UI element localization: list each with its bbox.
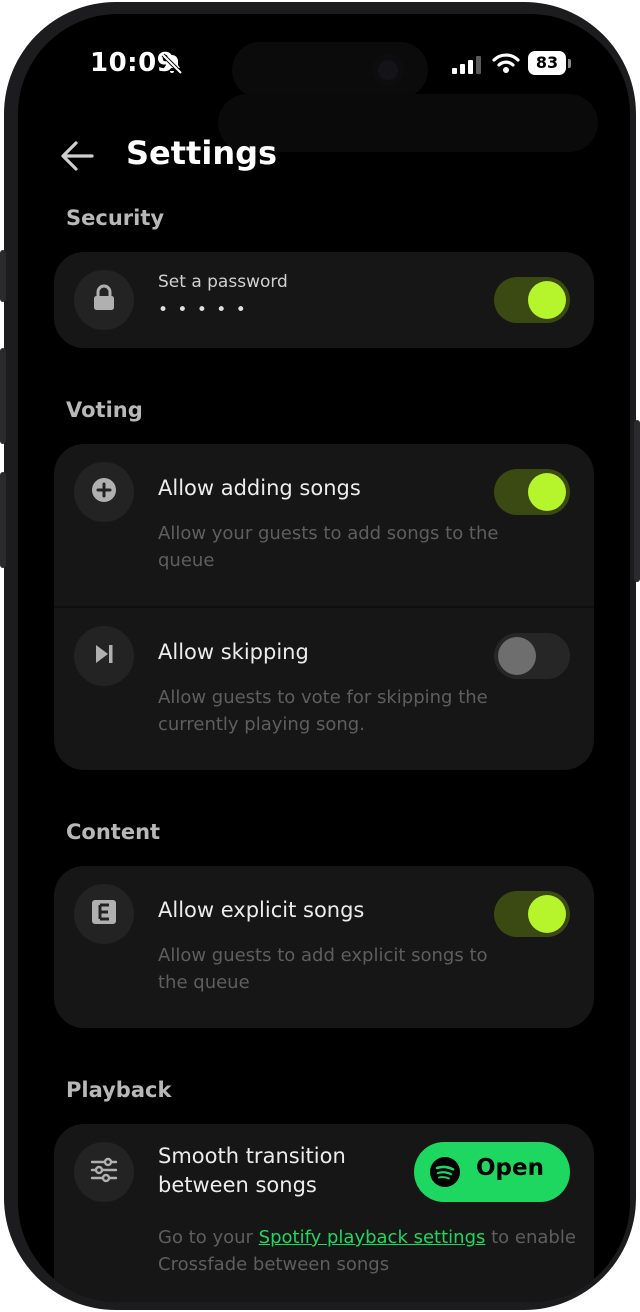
playback-card: Smooth transition between songs Open Go … (54, 1124, 594, 1302)
skip-next-icon (93, 643, 115, 669)
section-title-playback: Playback (66, 1078, 172, 1102)
sliders-icon (90, 1157, 118, 1187)
playback-desc-prefix: Go to your (158, 1227, 259, 1248)
plus-circle-icon-circle (74, 462, 134, 522)
lock-icon (91, 284, 117, 316)
allow-skipping-toggle[interactable] (494, 633, 570, 679)
header: Settings (18, 126, 630, 186)
toggle-knob (498, 637, 536, 675)
explicit-icon (91, 899, 117, 929)
open-spotify-button[interactable]: Open (414, 1142, 570, 1202)
password-toggle[interactable] (494, 277, 570, 323)
spotify-settings-link[interactable]: Spotify playback settings (259, 1227, 486, 1248)
phone-frame: 10:09 83 Settings Security Set a passwor… (0, 2, 640, 1310)
skip-icon-circle (74, 626, 134, 686)
content-card: Allow explicit songs Allow guests to add… (54, 866, 594, 1028)
allow-skipping-row: Allow skipping Allow guests to vote for … (54, 608, 594, 770)
open-button-label: Open (476, 1155, 544, 1181)
back-arrow-icon[interactable] (58, 138, 96, 178)
allow-adding-row: Allow adding songs Allow your guests to … (54, 444, 594, 606)
toggle-knob (528, 895, 566, 933)
allow-adding-desc: Allow your guests to add songs to the qu… (158, 523, 499, 571)
section-title-content: Content (66, 820, 161, 844)
password-value[interactable]: • • • • • (158, 300, 248, 320)
power-button (634, 420, 640, 582)
spotify-icon (430, 1157, 460, 1191)
playback-desc: Go to your Spotify playback settings to … (158, 1224, 578, 1278)
allow-adding-toggle[interactable] (494, 469, 570, 515)
smooth-transition-title: Smooth transition between songs (158, 1144, 346, 1197)
battery-indicator: 83 (528, 51, 566, 75)
page-title: Settings (126, 134, 278, 172)
volume-down-button (0, 472, 6, 568)
section-title-voting: Voting (66, 398, 143, 422)
volume-up-button (0, 348, 6, 444)
allow-skipping-desc: Allow guests to vote for skipping the cu… (158, 687, 488, 735)
allow-explicit-toggle[interactable] (494, 891, 570, 937)
security-card: Set a password • • • • • (54, 252, 594, 348)
lock-icon-circle (74, 270, 134, 330)
sliders-icon-circle (74, 1142, 134, 1202)
front-camera (372, 54, 404, 86)
bell-slash-icon (160, 52, 184, 80)
allow-skipping-title: Allow skipping (158, 640, 309, 664)
toggle-knob (528, 281, 566, 319)
voting-card: Allow adding songs Allow your guests to … (54, 444, 594, 770)
plus-circle-icon (91, 477, 117, 507)
allow-adding-title: Allow adding songs (158, 476, 361, 500)
allow-explicit-title: Allow explicit songs (158, 898, 365, 922)
explicit-icon-circle (74, 884, 134, 944)
wifi-icon (492, 52, 520, 78)
signal-icon (452, 56, 482, 78)
password-label: Set a password (158, 272, 288, 292)
allow-explicit-desc: Allow guests to add explicit songs to th… (158, 945, 488, 993)
battery-tip (568, 59, 571, 68)
action-button (0, 250, 6, 302)
toggle-knob (528, 473, 566, 511)
section-title-security: Security (66, 206, 165, 230)
screen: 10:09 83 Settings Security Set a passwor… (18, 14, 630, 1302)
